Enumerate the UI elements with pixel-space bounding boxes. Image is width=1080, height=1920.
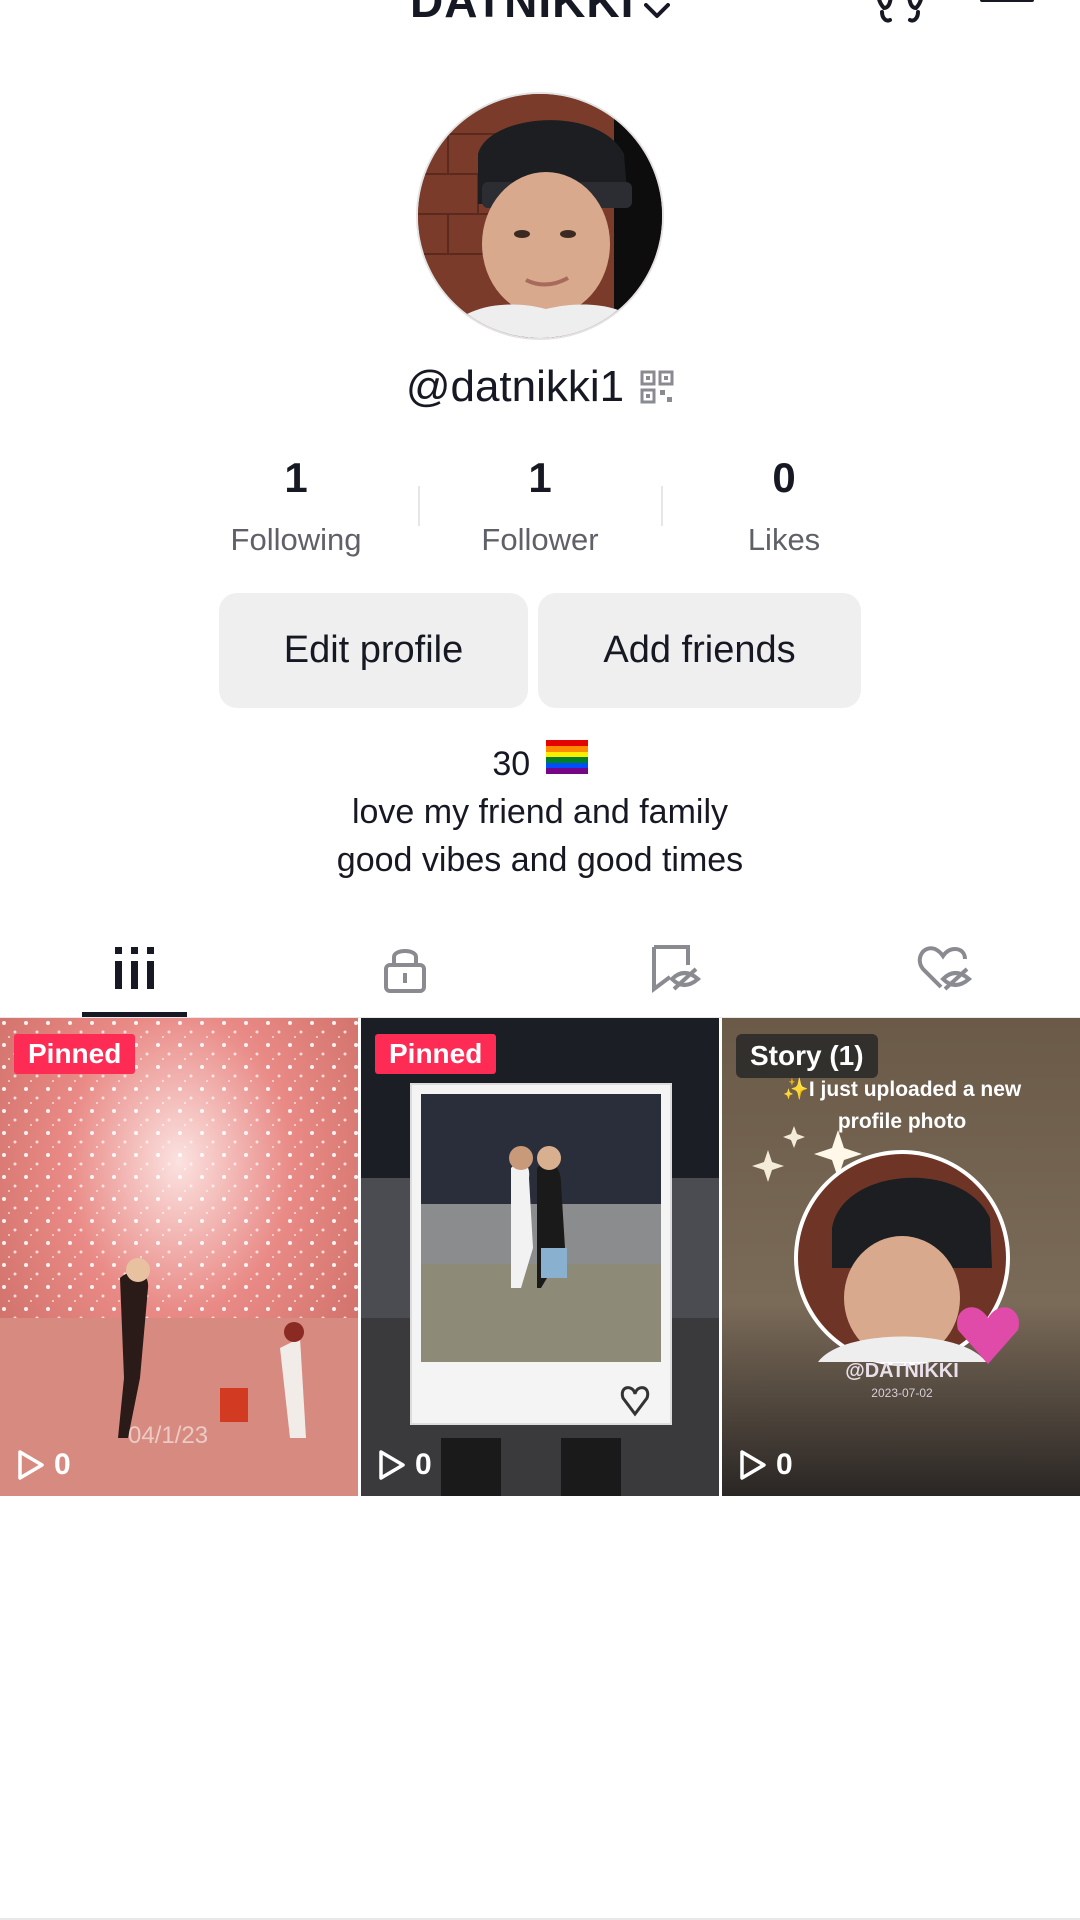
follower-count: 1 bbox=[528, 454, 552, 501]
rainbow-flag-icon bbox=[545, 739, 588, 787]
video-grid: Pinned 04/1/23 0 Pinned 0 Story (1) ✨I j… bbox=[0, 1018, 1080, 1496]
likes-count: 0 bbox=[772, 454, 796, 501]
video-tile[interactable]: Story (1) ✨I just uploaded a new profile… bbox=[722, 1018, 1080, 1496]
view-count-value: 0 bbox=[776, 1448, 793, 1481]
hidden-bookmark-icon bbox=[648, 943, 702, 998]
following-stat[interactable]: 1 Following bbox=[180, 454, 412, 558]
hamburger-menu-icon[interactable] bbox=[980, 0, 1034, 22]
tab-liked[interactable] bbox=[885, 920, 1005, 1020]
avatar[interactable] bbox=[416, 92, 664, 340]
profile-handle: @datnikki1 bbox=[405, 362, 625, 411]
follower-label: Follower bbox=[481, 522, 599, 557]
footprint-icon[interactable] bbox=[872, 0, 928, 28]
story-badge: Story (1) bbox=[736, 1034, 878, 1078]
story-date: 2023-07-02 bbox=[871, 1386, 933, 1400]
likes-stat[interactable]: 0 Likes bbox=[668, 454, 900, 558]
qr-code-icon[interactable] bbox=[640, 370, 674, 409]
account-switcher[interactable]: DATNIKKI bbox=[410, 0, 671, 30]
video-thumbnail bbox=[361, 1018, 719, 1496]
view-count: 0 bbox=[738, 1448, 793, 1482]
stat-divider bbox=[418, 486, 420, 526]
pinned-badge: Pinned bbox=[375, 1034, 497, 1074]
view-count-value: 0 bbox=[415, 1448, 432, 1481]
profile-stats: 1 Following 1 Follower 0 Likes bbox=[180, 454, 900, 558]
tab-favorites[interactable] bbox=[615, 920, 735, 1020]
play-icon bbox=[18, 1450, 44, 1480]
stat-divider bbox=[661, 486, 663, 526]
account-title: DATNIKKI bbox=[410, 0, 635, 27]
handle-row: @datnikki1 bbox=[0, 362, 1080, 412]
edit-profile-button[interactable]: Edit profile bbox=[219, 593, 528, 708]
bio: 30 love my friend and family good vibes … bbox=[0, 740, 1080, 884]
following-count: 1 bbox=[284, 454, 308, 501]
top-bar: DATNIKKI bbox=[0, 0, 1080, 40]
tab-videos[interactable] bbox=[75, 920, 195, 1020]
profile-tabs bbox=[0, 920, 1080, 1020]
hidden-heart-icon bbox=[917, 943, 973, 998]
bio-line-3: good vibes and good times bbox=[336, 841, 744, 879]
lock-icon bbox=[382, 943, 428, 998]
video-tile[interactable]: Pinned 0 bbox=[361, 1018, 719, 1496]
view-count-value: 0 bbox=[54, 1448, 71, 1481]
video-date-overlay: 04/1/23 bbox=[128, 1422, 209, 1449]
view-count: 0 bbox=[377, 1448, 432, 1482]
play-icon bbox=[740, 1450, 766, 1480]
videos-grid-icon bbox=[113, 945, 157, 996]
bio-line-1: 30 bbox=[0, 740, 1080, 788]
pinned-badge: Pinned bbox=[14, 1034, 136, 1074]
following-label: Following bbox=[230, 522, 362, 557]
bio-age: 30 bbox=[492, 745, 531, 783]
story-handle: @DATNIKKI bbox=[845, 1360, 959, 1382]
tab-private[interactable] bbox=[345, 920, 465, 1020]
view-count: 0 bbox=[16, 1448, 71, 1482]
add-friends-button[interactable]: Add friends bbox=[538, 593, 861, 708]
story-caption: ✨I just uploaded a new profile photo bbox=[782, 1078, 1022, 1133]
play-icon bbox=[379, 1450, 405, 1480]
follower-stat[interactable]: 1 Follower bbox=[424, 454, 656, 558]
chevron-down-icon bbox=[644, 0, 671, 30]
bio-line-2: love my friend and family bbox=[351, 793, 729, 831]
likes-label: Likes bbox=[747, 522, 821, 557]
video-tile[interactable]: Pinned 04/1/23 0 bbox=[0, 1018, 358, 1496]
